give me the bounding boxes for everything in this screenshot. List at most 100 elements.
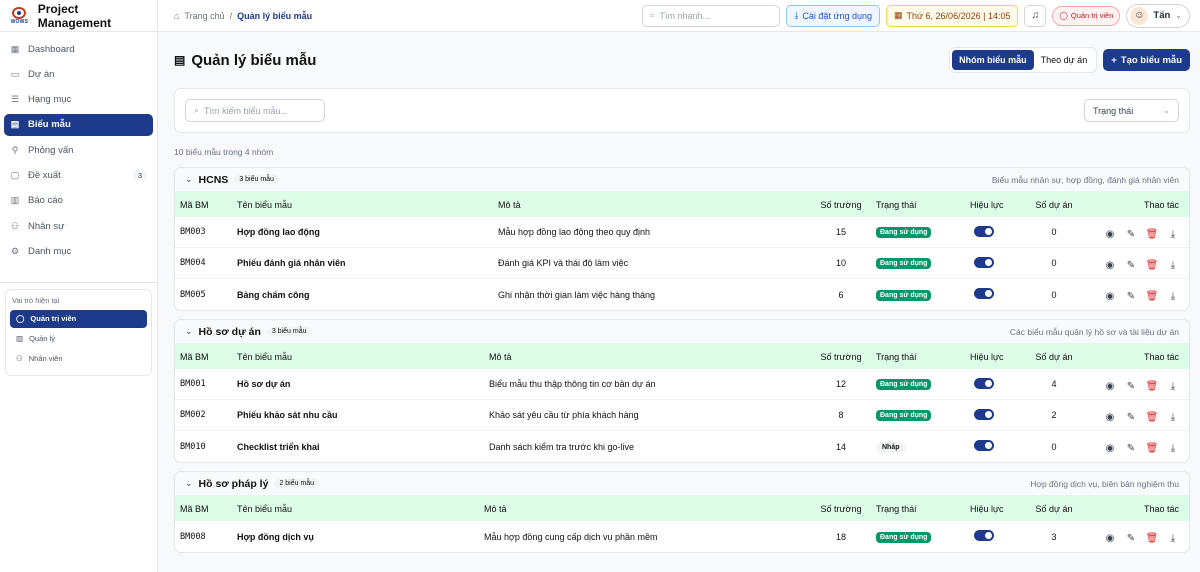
column-header-desc: Mô tả xyxy=(489,351,512,362)
chevron-down-icon[interactable]: ⌄ xyxy=(185,478,193,489)
form-name[interactable]: Hợp đồng lao động xyxy=(232,227,493,237)
column-header-desc: Mô tả xyxy=(498,199,521,210)
trash-icon[interactable]: 🗑 xyxy=(1146,443,1159,455)
download-icon[interactable]: ⤓ xyxy=(1167,443,1179,455)
bell-icon[interactable]: ♫ xyxy=(1024,4,1047,27)
column-header-projects: Số dự án xyxy=(1035,199,1073,210)
active-toggle[interactable] xyxy=(974,225,994,237)
edit-icon[interactable]: ✎ xyxy=(1125,411,1137,423)
form-code: BM008 xyxy=(180,531,206,542)
group-header[interactable]: ⌄ HCNS 3 biểu mẫu Biểu mẫu nhân sự, hợp đồn… xyxy=(175,168,1189,192)
sidebar-item-0[interactable]: ▦ Dashboard xyxy=(4,38,153,60)
active-toggle[interactable] xyxy=(974,256,994,268)
group-description: Hợp đồng dịch vụ, biên bản nghiệm thu xyxy=(1030,478,1179,489)
role-item-0[interactable]: ◯ Quản trị viên xyxy=(10,309,147,328)
role-chip[interactable]: ◯ Quản trị viên xyxy=(1052,5,1121,26)
sidebar-item-6[interactable]: ▥ Báo cáo xyxy=(4,190,153,212)
sidebar-item-2[interactable]: ☰ Hạng mục xyxy=(4,89,153,111)
form-name[interactable]: Hồ sơ dự án xyxy=(232,379,484,389)
column-header-actions: Thao tác xyxy=(1143,351,1179,362)
role-item-2[interactable]: ⚇ Nhân viên xyxy=(10,350,147,368)
download-icon[interactable]: ⤓ xyxy=(1167,411,1179,423)
user-menu[interactable]: ☺ Tấn ⌄ xyxy=(1126,3,1190,28)
trash-icon[interactable]: 🗑 xyxy=(1146,259,1159,271)
tab-project-view[interactable]: Theo dự án xyxy=(1034,50,1095,70)
sidebar-item-label: Danh mục xyxy=(28,245,72,257)
eye-icon[interactable]: ◉ xyxy=(1104,291,1116,303)
active-toggle[interactable] xyxy=(974,288,994,299)
quick-search-placeholder: Tìm nhanh... xyxy=(659,10,711,21)
quick-search-input[interactable]: ⌕ Tìm nhanh... xyxy=(642,4,781,27)
sidebar-item-1[interactable]: ▭ Dự án xyxy=(4,63,153,85)
chevron-down-icon[interactable]: ⌄ xyxy=(185,326,193,337)
active-cell xyxy=(965,530,1033,543)
sidebar-item-3[interactable]: ▤ Biểu mẫu xyxy=(4,113,153,136)
trash-icon[interactable]: 🗑 xyxy=(1146,533,1159,545)
column-header-name: Tên biểu mẫu xyxy=(237,351,293,362)
logo-icon: WOWS xyxy=(8,4,31,28)
edit-icon[interactable]: ✎ xyxy=(1125,259,1137,271)
form-name[interactable]: Phiếu đánh giá nhân viên xyxy=(232,258,493,268)
trash-icon[interactable]: 🗑 xyxy=(1146,411,1159,423)
calendar-icon: ▦ xyxy=(894,10,903,20)
brand[interactable]: WOWS Project Management xyxy=(0,0,157,32)
edit-icon[interactable]: ✎ xyxy=(1125,443,1137,455)
download-icon[interactable]: ⤓ xyxy=(1167,380,1179,392)
form-search-placeholder: Tìm kiếm biểu mẫu... xyxy=(204,105,289,116)
eye-icon[interactable]: ◉ xyxy=(1104,259,1116,271)
form-name[interactable]: Checklist triển khai xyxy=(232,442,484,452)
chevron-down-icon[interactable]: ⌄ xyxy=(185,174,193,185)
eye-icon[interactable]: ◉ xyxy=(1104,380,1116,392)
form-search-input[interactable]: ⌕ Tìm kiếm biểu mẫu... xyxy=(185,99,325,122)
eye-icon[interactable]: ◉ xyxy=(1104,533,1116,545)
tab-group-view[interactable]: Nhóm biểu mẫu xyxy=(952,50,1034,70)
sidebar: WOWS Project Management ▦ Dashboard ▭ Dự án… xyxy=(0,0,158,572)
sidebar-item-5[interactable]: ▢ Đề xuất 3 xyxy=(4,164,153,186)
form-name[interactable]: Bảng chấm công xyxy=(232,290,493,300)
table-row: BM004 Phiếu đánh giá nhân viên Đánh giá KP… xyxy=(175,248,1189,279)
install-app-button[interactable]: ⤓ Cài đặt ứng dụng xyxy=(786,4,880,27)
trash-icon[interactable]: 🗑 xyxy=(1146,291,1159,303)
role-item-1[interactable]: ▥ Quản lý xyxy=(10,330,147,348)
breadcrumb: ⌂ Trang chủ / Quản lý biểu mẫu xyxy=(174,11,312,21)
download-icon[interactable]: ⤓ xyxy=(1167,291,1179,303)
breadcrumb-home[interactable]: Trang chủ xyxy=(184,11,224,21)
sidebar-item-4[interactable]: ⚲ Phỏng vấn xyxy=(4,139,153,161)
download-icon[interactable]: ⤓ xyxy=(1167,228,1179,240)
edit-icon[interactable]: ✎ xyxy=(1125,380,1137,392)
group-header[interactable]: ⌄ Hồ sơ dự án 3 biểu mẫu Các biểu mẫu quản … xyxy=(175,320,1189,344)
active-toggle[interactable] xyxy=(974,440,994,451)
eye-icon[interactable]: ◉ xyxy=(1104,228,1116,240)
sidebar-item-8[interactable]: ⚙ Danh mục xyxy=(4,240,153,262)
download-icon[interactable]: ⤓ xyxy=(1167,533,1179,545)
eye-icon[interactable]: ◉ xyxy=(1104,411,1116,423)
edit-icon[interactable]: ✎ xyxy=(1125,291,1137,303)
column-header-fields: Số trường xyxy=(820,199,862,210)
row-actions: ◉ ✎ 🗑 ⤓ xyxy=(1075,529,1189,545)
status-cell: Đang sử dụng xyxy=(871,378,965,390)
sidebar-item-7[interactable]: ⚇ Nhân sự xyxy=(4,215,153,237)
sidebar-item-label: Nhân sự xyxy=(28,220,65,232)
download-icon[interactable]: ⤓ xyxy=(1167,259,1179,271)
chart-icon: ▥ xyxy=(10,195,20,206)
trash-icon[interactable]: 🗑 xyxy=(1146,380,1159,392)
table-row: BM008 Hợp đồng dịch vụ Mẫu hợp đồng cung c… xyxy=(175,521,1189,552)
status-select[interactable]: Trạng thái ⌄ xyxy=(1084,99,1179,122)
active-toggle[interactable] xyxy=(974,408,994,420)
avatar: ☺ xyxy=(1130,6,1149,25)
trash-icon[interactable]: 🗑 xyxy=(1146,228,1159,240)
form-name[interactable]: Hợp đồng dịch vụ xyxy=(232,532,479,542)
group-header[interactable]: ⌄ Hồ sơ pháp lý 2 biểu mẫu Hợp đồng dịch vụ… xyxy=(175,472,1189,496)
form-name[interactable]: Phiếu khảo sát nhu cầu xyxy=(232,410,484,420)
active-toggle[interactable] xyxy=(974,530,994,541)
row-actions: ◉ ✎ 🗑 ⤓ xyxy=(1075,287,1189,303)
home-icon[interactable]: ⌂ xyxy=(174,11,179,21)
form-group: ⌄ Hồ sơ pháp lý 2 biểu mẫu Hợp đồng dịch vụ… xyxy=(174,471,1190,553)
list-icon: ☰ xyxy=(10,94,20,105)
active-toggle[interactable] xyxy=(974,377,994,389)
edit-icon[interactable]: ✎ xyxy=(1125,533,1137,545)
edit-icon[interactable]: ✎ xyxy=(1125,228,1137,240)
column-header-name: Tên biểu mẫu xyxy=(237,199,293,210)
create-form-button[interactable]: + Tạo biểu mẫu xyxy=(1103,49,1190,71)
eye-icon[interactable]: ◉ xyxy=(1104,443,1116,455)
